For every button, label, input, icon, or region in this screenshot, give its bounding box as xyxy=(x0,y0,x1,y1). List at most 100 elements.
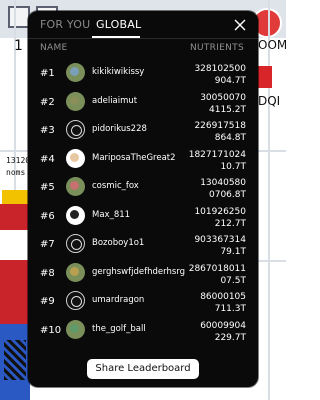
row-username: cosmic_fox xyxy=(92,181,139,191)
leaderboard-row[interactable]: #8 gerghswfjdefhderhsrg 2867018011 07.5T xyxy=(28,259,258,288)
tab-global[interactable]: GLOBAL xyxy=(96,18,141,31)
row-username: pidorikus228 xyxy=(92,124,147,134)
hotbar-slot[interactable] xyxy=(8,6,30,28)
leaderboard-row[interactable]: #4 MariposaTheGreat2 1827171024 10.7T xyxy=(28,145,258,174)
row-rank: #1 xyxy=(40,68,55,79)
row-rank: #4 xyxy=(40,153,55,165)
nutrients-line-2: 864.8T xyxy=(214,133,246,143)
user-avatar xyxy=(66,148,85,168)
leaderboard-row[interactable]: #1 kikikiwikissy 328102500 904.7T xyxy=(28,59,258,88)
row-nutrients: 903367314 79.1T xyxy=(194,234,246,258)
nutrients-line-2: 904.7T xyxy=(214,76,246,86)
character-body xyxy=(0,204,30,324)
red-marker xyxy=(258,66,272,88)
user-avatar xyxy=(66,262,85,282)
player-rank: 1 xyxy=(14,38,23,54)
avatar-face xyxy=(70,266,79,276)
nutrients-line-1: 60009904 xyxy=(200,320,246,331)
nutrients-line-2: 0706.8T xyxy=(209,190,246,200)
user-avatar xyxy=(66,177,85,196)
row-username: kikikiwikissy xyxy=(92,67,145,77)
row-rank: #7 xyxy=(40,239,55,250)
nutrients-line-1: 13040580 xyxy=(200,178,246,188)
avatar-face xyxy=(71,125,82,136)
avatar-face xyxy=(70,323,79,333)
row-nutrients: 328102500 904.7T xyxy=(194,63,246,87)
leaderboard-row[interactable]: #3 pidorikus228 226917518 864.8T xyxy=(28,116,258,145)
nutrients-line-1: 1827171024 xyxy=(188,149,246,160)
row-rank: #6 xyxy=(40,210,55,222)
room-label: OOM xyxy=(258,38,286,52)
row-rank: #10 xyxy=(40,324,62,336)
leaderboard-tabs: FOR YOU GLOBAL xyxy=(28,11,258,41)
row-rank: #5 xyxy=(40,182,55,193)
nutrients-line-2: 711.3T xyxy=(214,304,246,314)
nutrients-line-2: 212.7T xyxy=(214,218,246,229)
avatar-face xyxy=(70,95,79,105)
nutrients-line-2: 07.5T xyxy=(220,275,246,286)
row-rank: #9 xyxy=(40,296,55,307)
tab-for-you[interactable]: FOR YOU xyxy=(40,18,90,31)
user-avatar xyxy=(66,319,85,339)
leaderboard-list: #1 kikikiwikissy 328102500 904.7T #2 adeliaim… xyxy=(28,59,258,344)
leaderboard-row[interactable]: #10 the_golf_ball 60009904 229.7T xyxy=(28,316,258,345)
nutrients-line-1: 903367314 xyxy=(194,235,246,245)
user-avatar xyxy=(66,91,85,111)
tab-divider xyxy=(28,38,258,39)
nutrients-line-1: 328102500 xyxy=(194,64,246,74)
nutrients-line-1: 86000105 xyxy=(200,292,246,302)
nutrients-line-2: 10.7T xyxy=(220,161,246,172)
row-username: Bozoboy1o1 xyxy=(92,238,145,248)
avatar-face xyxy=(70,67,79,76)
row-username: Max_811 xyxy=(92,209,131,220)
close-button[interactable] xyxy=(232,17,248,33)
nutrients-line-1: 101926250 xyxy=(194,206,246,217)
nutrients-line-2: 229.7T xyxy=(214,332,246,343)
leaderboard-row[interactable]: #6 Max_811 101926250 212.7T xyxy=(28,202,258,231)
user-avatar xyxy=(66,234,85,253)
grid-line xyxy=(268,0,270,400)
row-username: gerghswfjdefhderhsrg xyxy=(92,266,186,277)
row-username: the_golf_ball xyxy=(92,323,146,334)
user-avatar xyxy=(66,291,85,310)
close-icon xyxy=(234,19,246,31)
avatar-face xyxy=(70,152,79,162)
nutrients-line-1: 30050070 xyxy=(200,92,246,103)
leaderboard-row[interactable]: #9 umardragon 86000105 711.3T xyxy=(28,287,258,316)
row-rank: #2 xyxy=(40,96,55,108)
share-leaderboard-button[interactable]: Share Leaderboard xyxy=(87,359,199,379)
leaderboard-modal: FOR YOU GLOBAL NAME NUTRIENTS #1 kikikiwi… xyxy=(28,11,258,387)
character-crown xyxy=(2,190,28,204)
avatar-face xyxy=(71,239,82,250)
user-avatar xyxy=(66,63,85,82)
row-username: umardragon xyxy=(92,295,145,305)
character-stripe xyxy=(0,230,30,260)
row-nutrients: 86000105 711.3T xyxy=(200,291,246,315)
player-score-unit: noms xyxy=(6,168,26,177)
row-nutrients: 60009904 229.7T xyxy=(200,320,246,344)
row-nutrients: 30050070 4115.2T xyxy=(200,92,246,116)
column-header-name: NAME xyxy=(40,43,68,53)
row-rank: #3 xyxy=(40,125,55,136)
leaderboard-row[interactable]: #7 Bozoboy1o1 903367314 79.1T xyxy=(28,230,258,259)
avatar-face xyxy=(71,296,82,307)
row-nutrients: 2867018011 07.5T xyxy=(189,263,246,287)
leaderboard-row[interactable]: #5 cosmic_fox 13040580 0706.8T xyxy=(28,173,258,202)
avatar-face xyxy=(70,181,79,190)
nutrients-line-1: 226917518 xyxy=(194,121,246,131)
nutrients-line-2: 4115.2T xyxy=(209,104,246,115)
row-nutrients: 1827171024 10.7T xyxy=(189,149,246,173)
row-nutrients: 226917518 864.8T xyxy=(194,120,246,144)
user-avatar xyxy=(66,120,85,139)
user-avatar xyxy=(66,205,85,225)
row-username: adeliaimut xyxy=(92,95,138,106)
leaderboard-row[interactable]: #2 adeliaimut 30050070 4115.2T xyxy=(28,88,258,117)
column-header-nutrients: NUTRIENTS xyxy=(189,43,244,53)
row-username: MariposaTheGreat2 xyxy=(92,152,176,163)
row-nutrients: 101926250 212.7T xyxy=(194,206,246,230)
pixel-character xyxy=(0,190,30,400)
player-score: 13120 xyxy=(6,156,31,165)
row-rank: #8 xyxy=(40,267,55,279)
avatar-face xyxy=(70,209,79,219)
character-pattern xyxy=(4,340,26,380)
